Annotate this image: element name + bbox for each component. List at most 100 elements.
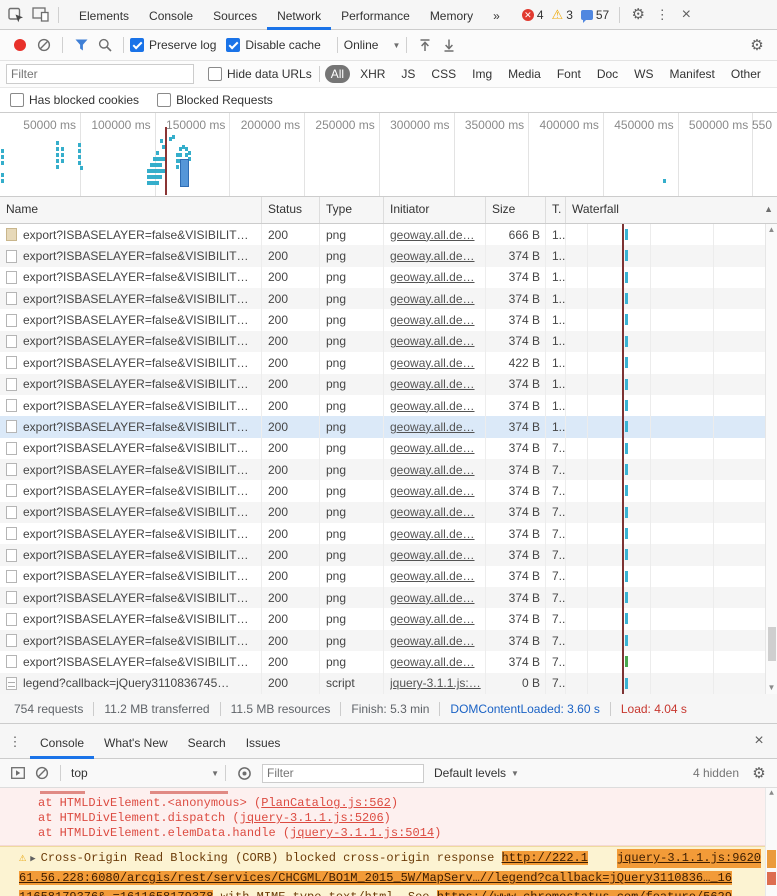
request-row[interactable]: legend?callback=jQuery3110836745…200scri… [0,673,765,694]
request-row[interactable]: export?ISBASELAYER=false&VISIBILIT…200pn… [0,374,765,395]
execution-context-dropdown[interactable]: top▼ [71,766,219,780]
initiator-link[interactable]: geoway.all.de… [390,441,475,455]
initiator-link[interactable]: geoway.all.de… [390,292,475,306]
initiator-link[interactable]: geoway.all.de… [390,334,475,348]
column-header-name[interactable]: Name [0,197,262,223]
table-scrollbar[interactable]: ▲ ▼ [765,224,777,694]
request-row[interactable]: export?ISBASELAYER=false&VISIBILIT…200pn… [0,288,765,309]
has-blocked-cookies-label[interactable]: Has blocked cookies [29,93,139,107]
request-row[interactable]: export?ISBASELAYER=false&VISIBILIT…200pn… [0,651,765,672]
filter-type-manifest[interactable]: Manifest [664,65,721,83]
error-badge[interactable]: ✕4 [522,8,544,22]
request-row[interactable]: export?ISBASELAYER=false&VISIBILIT…200pn… [0,459,765,480]
tab-memory[interactable]: Memory [420,3,483,30]
hide-data-urls-checkbox[interactable] [208,67,222,81]
initiator-link[interactable]: geoway.all.de… [390,505,475,519]
network-overview-timeline[interactable]: 50000 ms100000 ms150000 ms200000 ms25000… [0,113,777,197]
initiator-link[interactable]: geoway.all.de… [390,399,475,413]
column-header-size[interactable]: Size [486,197,546,223]
request-row[interactable]: export?ISBASELAYER=false&VISIBILIT…200pn… [0,438,765,459]
source-link[interactable]: jquery-3.1.1.js:5014 [290,826,434,840]
filter-type-js[interactable]: JS [395,65,421,83]
blocked-requests-label[interactable]: Blocked Requests [176,93,273,107]
close-drawer-icon[interactable]: × [747,729,771,753]
throttling-dropdown[interactable]: Online▼ [344,38,401,52]
initiator-link[interactable]: geoway.all.de… [390,591,475,605]
console-filter-input[interactable] [262,764,424,783]
expand-triangle-icon[interactable]: ▶ [30,854,35,864]
filter-type-media[interactable]: Media [502,65,547,83]
message-badge[interactable]: 57 [581,8,609,22]
record-button[interactable] [14,39,26,51]
network-settings-gear-icon[interactable]: ⚙ [745,33,769,57]
request-row[interactable]: export?ISBASELAYER=false&VISIBILIT…200pn… [0,416,765,437]
request-row[interactable]: export?ISBASELAYER=false&VISIBILIT…200pn… [0,566,765,587]
scroll-up-icon[interactable]: ▲ [766,224,777,236]
filter-type-ws[interactable]: WS [628,65,659,83]
export-har-icon[interactable] [437,33,461,57]
tab-more[interactable]: » [483,3,510,30]
request-row[interactable]: export?ISBASELAYER=false&VISIBILIT…200pn… [0,608,765,629]
log-levels-dropdown[interactable]: Default levels▼ [434,766,519,780]
filter-type-css[interactable]: CSS [425,65,462,83]
request-row[interactable]: export?ISBASELAYER=false&VISIBILIT…200pn… [0,267,765,288]
initiator-link[interactable]: geoway.all.de… [390,249,475,263]
scroll-up-icon[interactable]: ▲ [766,788,777,800]
request-row[interactable]: export?ISBASELAYER=false&VISIBILIT…200pn… [0,331,765,352]
tab-network[interactable]: Network [267,3,331,30]
request-row[interactable]: export?ISBASELAYER=false&VISIBILIT…200pn… [0,224,765,245]
preserve-log-checkbox[interactable] [130,38,144,52]
console-scrollbar[interactable]: ▲ [765,788,777,896]
column-header-waterfall[interactable]: Waterfall▲ [566,197,777,223]
clear-network-log-icon[interactable] [32,33,56,57]
corb-source-link[interactable]: jquery-3.1.1.js:9620 [617,849,761,868]
column-header-initiator[interactable]: Initiator [384,197,486,223]
request-row[interactable]: export?ISBASELAYER=false&VISIBILIT…200pn… [0,309,765,330]
initiator-link[interactable]: geoway.all.de… [390,484,475,498]
tab-console[interactable]: Console [139,3,203,30]
column-header-status[interactable]: Status [262,197,320,223]
blocked-requests-checkbox[interactable] [157,93,171,107]
initiator-link[interactable]: geoway.all.de… [390,548,475,562]
request-row[interactable]: export?ISBASELAYER=false&VISIBILIT…200pn… [0,352,765,373]
disable-cache-label[interactable]: Disable cache [245,38,320,52]
initiator-link[interactable]: jquery-3.1.1.js:… [390,676,481,690]
source-link[interactable]: PlanCatalog.js:562 [261,796,391,810]
disable-cache-checkbox[interactable] [226,38,240,52]
request-row[interactable]: export?ISBASELAYER=false&VISIBILIT…200pn… [0,245,765,266]
initiator-link[interactable]: geoway.all.de… [390,228,475,242]
request-row[interactable]: export?ISBASELAYER=false&VISIBILIT…200pn… [0,523,765,544]
settings-gear-icon[interactable]: ⚙ [626,3,650,27]
scrollbar-thumb[interactable] [768,627,776,661]
initiator-link[interactable]: geoway.all.de… [390,270,475,284]
filter-type-doc[interactable]: Doc [591,65,624,83]
request-row[interactable]: export?ISBASELAYER=false&VISIBILIT…200pn… [0,395,765,416]
filter-type-other[interactable]: Other [725,65,767,83]
search-icon[interactable] [93,33,117,57]
initiator-link[interactable]: geoway.all.de… [390,612,475,626]
console-sidebar-toggle-icon[interactable] [6,761,30,785]
request-row[interactable]: export?ISBASELAYER=false&VISIBILIT…200pn… [0,502,765,523]
close-devtools-icon[interactable]: × [674,3,698,27]
request-row[interactable]: export?ISBASELAYER=false&VISIBILIT…200pn… [0,587,765,608]
tab-elements[interactable]: Elements [69,3,139,30]
initiator-link[interactable]: geoway.all.de… [390,569,475,583]
tab-sources[interactable]: Sources [203,3,267,30]
device-toolbar-icon[interactable] [28,3,52,27]
console-settings-gear-icon[interactable]: ⚙ [747,761,771,785]
tab-performance[interactable]: Performance [331,3,420,30]
chromestatus-link[interactable]: https://www.chromestatus.com/feature/562… [437,890,732,896]
source-link[interactable]: jquery-3.1.1.js:5206 [240,811,384,825]
network-filter-input[interactable] [6,64,194,84]
column-header-time[interactable]: T. [546,197,566,223]
initiator-link[interactable]: geoway.all.de… [390,420,475,434]
request-row[interactable]: export?ISBASELAYER=false&VISIBILIT…200pn… [0,480,765,501]
initiator-link[interactable]: geoway.all.de… [390,356,475,370]
corb-url-link[interactable]: 61.56.228:6080/arcgis/rest/services/CHCG… [19,871,732,885]
drawer-tab-what-s-new[interactable]: What's New [94,727,178,759]
initiator-link[interactable]: geoway.all.de… [390,313,475,327]
has-blocked-cookies-checkbox[interactable] [10,93,24,107]
drawer-tab-search[interactable]: Search [178,727,236,759]
warning-badge[interactable]: ⚠3 [552,8,573,22]
kebab-menu-icon[interactable]: ⋮ [650,3,674,27]
